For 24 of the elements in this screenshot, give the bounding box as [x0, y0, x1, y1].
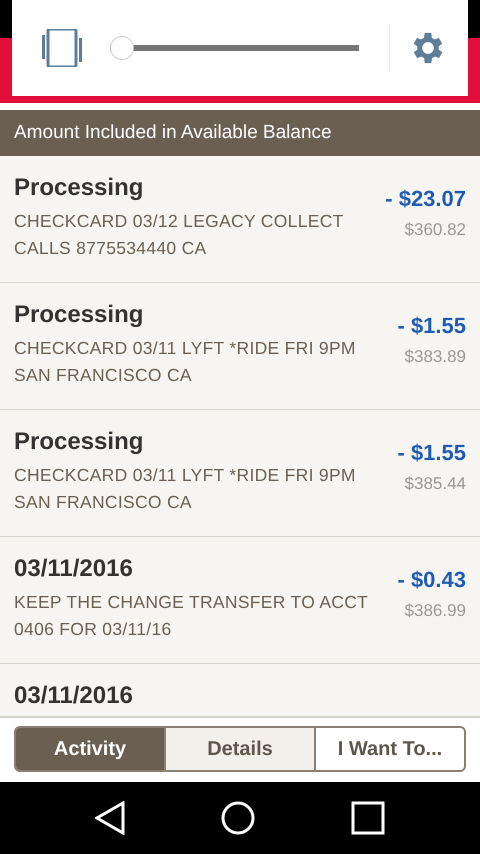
transaction-title: Processing — [14, 428, 144, 456]
transaction-description: KEEP THE CHANGE TRANSFER TO ACCT 0406 FOR 03/11/16 — [14, 591, 369, 641]
transaction-description: CHECKCARD 03/11 LYFT *RIDE FRI 9PM SAN FRANCISCO CA — [14, 337, 357, 387]
vibrate-icon[interactable] — [42, 29, 82, 67]
transaction-title: 03/11/2016 — [14, 682, 134, 710]
transaction-title: 03/11/2016 — [14, 555, 134, 583]
transaction-amount: - $1.55 — [398, 313, 466, 339]
transaction-title: Processing — [14, 301, 144, 329]
section-header: Amount Included in Available Balance — [14, 122, 332, 144]
transaction-description: CHECKCARD 03/12 LEGACY COLLECT CALLS 8775534440 CA — [14, 210, 344, 260]
running-balance: $385.44 — [404, 474, 466, 494]
running-balance: $383.89 — [404, 347, 466, 367]
transaction-amount: - $0.43 — [398, 567, 466, 593]
back-icon[interactable] — [95, 801, 125, 835]
home-icon[interactable] — [221, 801, 255, 835]
recents-icon[interactable] — [351, 801, 385, 835]
running-balance: $360.82 — [404, 220, 466, 240]
transaction-title: Processing — [14, 174, 144, 202]
tab[interactable]: Activity — [16, 728, 166, 770]
transaction-description: CHECKCARD 03/11 LYFT *RIDE FRI 9PM SAN FRANCISCO CA — [14, 464, 357, 514]
transaction-amount: - $23.07 — [385, 186, 466, 212]
running-balance: $386.99 — [404, 601, 466, 621]
tab[interactable]: Details — [166, 728, 316, 770]
transaction-amount: - $1.55 — [398, 440, 466, 466]
